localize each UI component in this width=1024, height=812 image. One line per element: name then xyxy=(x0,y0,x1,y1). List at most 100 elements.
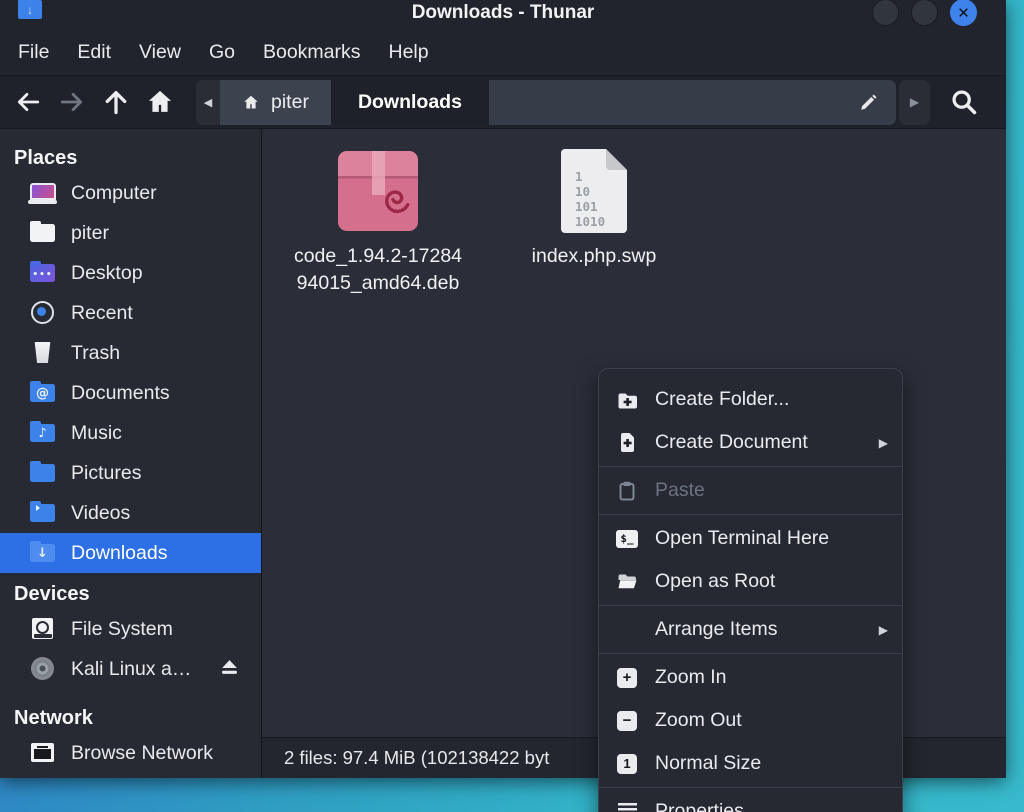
close-icon: ✕ xyxy=(957,4,970,22)
context-menu: Create Folder... Create Document ▶ Paste… xyxy=(598,368,903,812)
menu-item-properties[interactable]: Properties... xyxy=(599,790,902,812)
path-scroll-left-button[interactable]: ◀ xyxy=(196,80,220,125)
menu-item-zoom-out[interactable]: − Zoom Out xyxy=(599,699,902,742)
maximize-button[interactable] xyxy=(911,0,938,26)
menu-view[interactable]: View xyxy=(139,41,181,64)
menu-item-create-folder[interactable]: Create Folder... xyxy=(599,378,902,421)
sidebar-section-network: Network xyxy=(0,703,261,733)
sidebar-item-label: Music xyxy=(71,422,122,445)
path-expand-button[interactable]: ▶ xyxy=(899,80,930,125)
file-name: 94015_amd64.deb xyxy=(294,270,462,297)
sidebar-item-music[interactable]: ♪ Music xyxy=(0,413,261,453)
sidebar-item-videos[interactable]: Videos xyxy=(0,493,261,533)
desktop-folder-icon: ••• xyxy=(28,261,58,285)
sidebar-item-recent[interactable]: Recent xyxy=(0,293,261,333)
menu-item-create-document[interactable]: Create Document ▶ xyxy=(599,421,902,464)
menu-help[interactable]: Help xyxy=(389,41,429,64)
forward-arrow-icon xyxy=(57,89,87,115)
sidebar-item-pictures[interactable]: Pictures xyxy=(0,453,261,493)
sidebar-item-label: Documents xyxy=(71,382,170,405)
zoom-in-icon: + xyxy=(616,667,638,689)
menu-item-label: Create Document xyxy=(655,431,808,454)
sidebar-item-piter[interactable]: piter xyxy=(0,213,261,253)
home-folder-icon xyxy=(28,221,58,245)
up-arrow-icon xyxy=(102,88,130,116)
menu-item-open-terminal-here[interactable]: $_ Open Terminal Here xyxy=(599,517,902,560)
documents-folder-icon: @ xyxy=(28,381,58,405)
search-button[interactable] xyxy=(942,80,986,124)
home-icon xyxy=(242,94,260,111)
sidebar-item-browse-network[interactable]: Browse Network xyxy=(0,733,261,773)
create-folder-icon xyxy=(616,389,638,411)
trash-icon xyxy=(28,341,58,365)
status-text: 2 files: 97.4 MiB (102138422 byt xyxy=(284,747,549,769)
recent-clock-icon xyxy=(28,301,58,325)
menu-bookmarks[interactable]: Bookmarks xyxy=(263,41,361,64)
sidebar-item-label: Computer xyxy=(71,182,157,205)
file-name: code_1.94.2-17284 xyxy=(294,243,462,270)
normal-size-icon: 1 xyxy=(616,753,638,775)
forward-button[interactable] xyxy=(50,80,94,124)
sidebar-item-label: Downloads xyxy=(71,542,167,565)
window-title: Downloads - Thunar xyxy=(0,2,1006,24)
deb-package-icon xyxy=(336,149,420,233)
menu-item-label: Zoom In xyxy=(655,666,727,689)
disc-icon xyxy=(28,657,58,681)
titlebar[interactable]: ↓ Downloads - Thunar ✕ xyxy=(0,0,1006,30)
menu-item-paste[interactable]: Paste xyxy=(599,469,902,512)
toolbar: ◀ piter Downloads ▶ xyxy=(0,75,1006,129)
sidebar-item-desktop[interactable]: ••• Desktop xyxy=(0,253,261,293)
sidebar-item-label: Recent xyxy=(71,302,133,325)
open-folder-icon xyxy=(616,571,638,593)
pictures-folder-icon xyxy=(28,461,58,485)
path-bar: ◀ piter Downloads xyxy=(196,80,896,125)
zoom-out-icon: − xyxy=(616,710,638,732)
sidebar: Places Computer piter ••• Desktop Recent… xyxy=(0,129,262,778)
submenu-arrow-icon: ▶ xyxy=(879,436,888,450)
sidebar-item-label: Trash xyxy=(71,342,120,365)
menu-item-label: Arrange Items xyxy=(655,618,777,641)
sidebar-item-label: Kali Linux a… xyxy=(71,658,191,681)
home-icon xyxy=(145,88,175,116)
submenu-arrow-icon: ▶ xyxy=(879,623,888,637)
minimize-button[interactable] xyxy=(872,0,899,26)
sidebar-item-documents[interactable]: @ Documents xyxy=(0,373,261,413)
path-entry-area[interactable] xyxy=(489,80,896,125)
harddrive-icon xyxy=(28,617,58,641)
edit-path-pencil-icon[interactable] xyxy=(858,91,880,113)
sidebar-item-trash[interactable]: Trash xyxy=(0,333,261,373)
menu-file[interactable]: File xyxy=(18,41,49,64)
eject-button[interactable] xyxy=(220,658,239,681)
music-folder-icon: ♪ xyxy=(28,421,58,445)
back-arrow-icon xyxy=(13,89,43,115)
menu-item-label: Normal Size xyxy=(655,752,761,775)
breadcrumb-piter[interactable]: piter xyxy=(220,80,331,125)
sidebar-item-computer[interactable]: Computer xyxy=(0,173,261,213)
file-item-swap-file[interactable]: 1 10 101 1010 index.php.swp xyxy=(488,149,700,270)
menu-go[interactable]: Go xyxy=(209,41,235,64)
terminal-icon: $_ xyxy=(616,528,638,550)
sidebar-item-downloads[interactable]: ↓ Downloads xyxy=(0,533,261,573)
menu-edit[interactable]: Edit xyxy=(77,41,111,64)
create-document-icon xyxy=(616,432,638,454)
menu-item-arrange-items[interactable]: Arrange Items ▶ xyxy=(599,608,902,651)
menu-item-open-as-root[interactable]: Open as Root xyxy=(599,560,902,603)
sidebar-item-file-system[interactable]: File System xyxy=(0,609,261,649)
sidebar-item-label: Desktop xyxy=(71,262,143,285)
videos-folder-icon xyxy=(28,501,58,525)
file-item-deb-package[interactable]: code_1.94.2-17284 94015_amd64.deb xyxy=(272,149,484,297)
menu-item-label: Open as Root xyxy=(655,570,775,593)
swap-file-icon: 1 10 101 1010 xyxy=(552,149,636,233)
menu-separator xyxy=(599,605,902,606)
downloads-folder-icon: ↓ xyxy=(28,541,58,565)
menu-item-normal-size[interactable]: 1 Normal Size xyxy=(599,742,902,785)
thunar-window: ↓ Downloads - Thunar ✕ File Edit View Go… xyxy=(0,0,1006,778)
up-button[interactable] xyxy=(94,80,138,124)
menu-item-zoom-in[interactable]: + Zoom In xyxy=(599,656,902,699)
breadcrumb-downloads[interactable]: Downloads xyxy=(331,80,489,125)
chevron-right-icon: ▶ xyxy=(910,95,919,109)
back-button[interactable] xyxy=(6,80,50,124)
home-button[interactable] xyxy=(138,80,182,124)
sidebar-item-kali-linux-disc[interactable]: Kali Linux a… xyxy=(0,649,261,689)
close-button[interactable]: ✕ xyxy=(950,0,977,26)
